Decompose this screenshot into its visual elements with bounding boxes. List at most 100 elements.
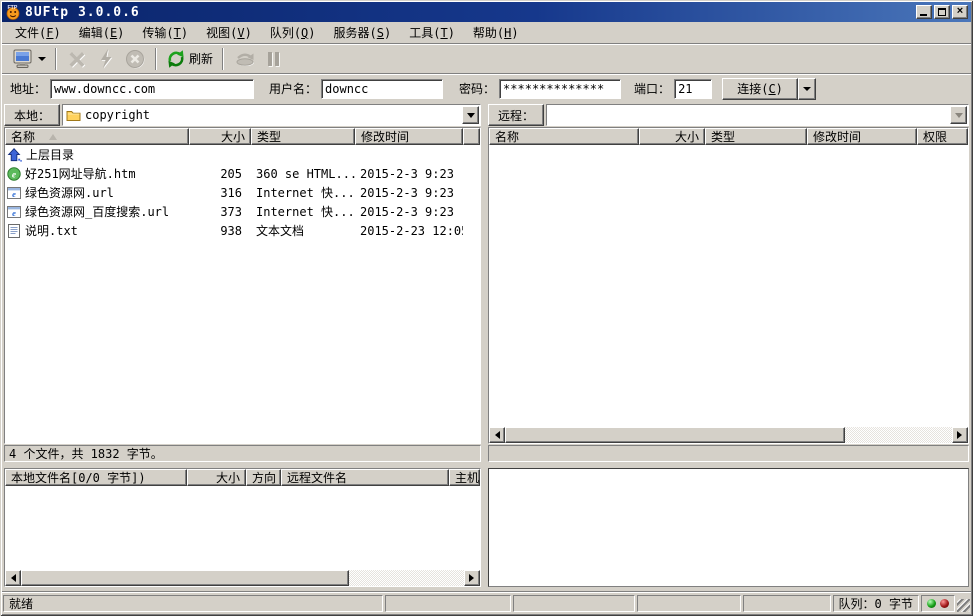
queue-column-remotefile[interactable]: 远程文件名 [281, 469, 449, 486]
local-list-body[interactable]: 上层目录 e 好251网址导航 [5, 145, 480, 443]
transfer-button [229, 46, 261, 72]
scroll-right-button[interactable] [464, 570, 480, 586]
menu-edit[interactable]: 编辑(E) [70, 22, 134, 43]
toolbar: 刷新 [2, 43, 971, 73]
remote-file-list: 名称 大小 类型 修改时间 权限 [488, 127, 969, 444]
scroll-thumb[interactable] [505, 427, 845, 443]
text-file-icon [7, 224, 21, 238]
menu-transfer[interactable]: 传输(T) [133, 22, 197, 43]
menu-file[interactable]: 文件(F) [6, 22, 70, 43]
status-indicators [921, 595, 955, 612]
remote-list-body[interactable] [489, 145, 968, 427]
address-label: 地址： [10, 80, 46, 97]
menu-server[interactable]: 服务器(S) [325, 22, 401, 43]
local-path-combobox[interactable]: copyright [62, 104, 481, 126]
local-column-mtime[interactable]: 修改时间 [355, 128, 463, 145]
disconnect-button [62, 46, 92, 72]
local-panel: 本地： copyright 名称 大 [2, 103, 483, 464]
app-window: FTP 8UFtp 3.0.0.6 × 文件(F) 编辑(E) 传输(T) 视图… [0, 0, 973, 616]
file-row-updir[interactable]: 上层目录 [5, 145, 480, 164]
file-row[interactable]: e 绿色资源网_百度搜索.url 373 Internet 快... 2015-… [5, 202, 480, 221]
red-light-icon [940, 599, 949, 608]
queue-list-body[interactable] [5, 486, 480, 570]
file-row[interactable]: 说明.txt 938 文本文档 2015-2-23 12:05 [5, 221, 480, 240]
minimize-button[interactable] [916, 5, 932, 19]
close-button[interactable]: × [952, 5, 968, 19]
resize-grip[interactable] [957, 599, 970, 612]
remote-column-type[interactable]: 类型 [705, 128, 807, 145]
connect-button[interactable] [8, 46, 50, 72]
address-input[interactable] [50, 79, 254, 99]
remote-column-name[interactable]: 名称 [489, 128, 639, 145]
up-folder-icon [7, 147, 22, 162]
remote-column-mtime[interactable]: 修改时间 [807, 128, 917, 145]
remote-column-perms[interactable]: 权限 [917, 128, 968, 145]
refresh-icon [166, 49, 186, 69]
statusbar: 就绪 队列：0 字节 [2, 591, 971, 614]
abort-circle-icon [124, 48, 146, 70]
queue-panel: 本地文件名[0/0 字节]) 大小 方向 远程文件名 主机 [2, 466, 483, 589]
status-queue: 队列：0 字节 [833, 595, 919, 612]
connection-bar: 地址： 用户名： 密码： 端口： 连接(C) [2, 73, 971, 103]
remote-path-combobox [546, 104, 969, 126]
queue-horizontal-scrollbar[interactable] [5, 570, 480, 586]
username-input[interactable] [321, 79, 443, 99]
column-filler [463, 128, 480, 145]
refresh-button[interactable]: 刷新 [162, 46, 217, 72]
status-section [513, 595, 635, 612]
remote-column-size[interactable]: 大小 [639, 128, 705, 145]
maximize-button[interactable] [934, 5, 950, 19]
pause-icon [265, 49, 281, 69]
svg-text:e: e [12, 208, 16, 218]
remote-status-text [488, 445, 969, 462]
port-input[interactable] [674, 79, 712, 99]
lightning-icon [96, 48, 116, 70]
sort-asc-icon [49, 134, 57, 140]
local-label: 本地： [4, 104, 60, 126]
menu-view[interactable]: 视图(V) [197, 22, 261, 43]
url-shortcut-icon: e [7, 186, 21, 200]
scroll-right-button[interactable] [952, 427, 968, 443]
url-shortcut-icon: e [7, 205, 21, 219]
chevron-down-icon [955, 113, 963, 122]
quick-connect-button [92, 46, 120, 72]
menu-tools[interactable]: 工具(T) [400, 22, 464, 43]
scroll-track[interactable] [505, 427, 952, 443]
queue-column-host[interactable]: 主机 [449, 469, 480, 486]
app-icon: FTP [5, 4, 21, 20]
file-row[interactable]: e 好251网址导航.htm 205 360 se HTML... 2015-2… [5, 164, 480, 183]
scroll-thumb[interactable] [21, 570, 349, 586]
queue-column-size[interactable]: 大小 [187, 469, 246, 486]
local-status-text: 4 个文件，共 1832 字节。 [4, 445, 481, 462]
queue-column-direction[interactable]: 方向 [246, 469, 281, 486]
remote-panel: 远程： 名称 大小 类型 修改时间 权限 [486, 103, 971, 464]
local-column-name[interactable]: 名称 [5, 128, 189, 145]
connect-submit-button[interactable]: 连接(C) [722, 78, 798, 100]
scroll-left-button[interactable] [5, 570, 21, 586]
log-panel [486, 466, 971, 589]
local-path-dropdown-button[interactable] [462, 106, 479, 124]
password-input[interactable] [499, 79, 621, 99]
local-file-list: 名称 大小 类型 修改时间 [4, 127, 481, 444]
local-column-size[interactable]: 大小 [189, 128, 251, 145]
connect-dropdown-icon[interactable] [38, 57, 46, 65]
log-output-area[interactable] [488, 468, 969, 587]
chevron-down-icon [803, 87, 811, 95]
window-title: 8UFtp 3.0.0.6 [25, 5, 140, 20]
queue-column-localfile[interactable]: 本地文件名[0/0 字节]) [5, 469, 187, 486]
folder-icon [66, 109, 81, 122]
remote-horizontal-scrollbar[interactable] [489, 427, 968, 443]
file-row[interactable]: e 绿色资源网.url 316 Internet 快... 2015-2-3 9… [5, 183, 480, 202]
status-ready: 就绪 [3, 595, 383, 612]
refresh-label: 刷新 [189, 50, 213, 67]
local-column-type[interactable]: 类型 [251, 128, 355, 145]
remote-label: 远程： [488, 104, 544, 126]
status-section [385, 595, 511, 612]
connect-options-dropdown[interactable] [798, 78, 816, 100]
menu-help[interactable]: 帮助(H) [464, 22, 528, 43]
scroll-left-button[interactable] [489, 427, 505, 443]
scroll-track[interactable] [21, 570, 464, 586]
toolbar-separator [222, 48, 224, 70]
menu-queue[interactable]: 队列(Q) [261, 22, 325, 43]
toolbar-separator [55, 48, 57, 70]
